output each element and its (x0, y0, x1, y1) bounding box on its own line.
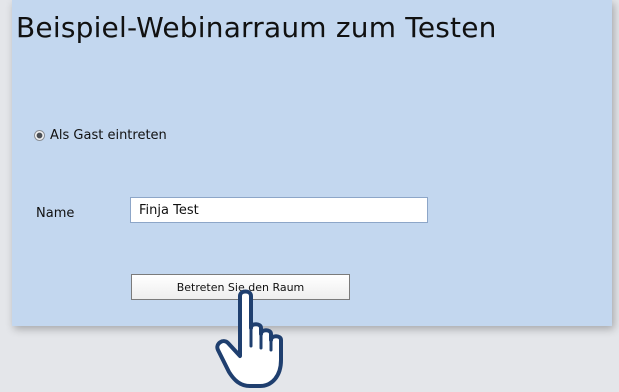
guest-radio-label[interactable]: Als Gast eintreten (50, 128, 167, 143)
room-title: Beispiel-Webinarraum zum Testen (16, 11, 497, 44)
guest-radio-button[interactable] (34, 130, 45, 141)
name-label: Name (36, 206, 75, 221)
guest-entry-option[interactable]: Als Gast eintreten (34, 128, 167, 143)
webinar-room-panel: Beispiel-Webinarraum zum Testen Als Gast… (12, 0, 612, 326)
enter-room-button[interactable]: Betreten Sie den Raum (131, 274, 350, 300)
name-input[interactable] (130, 197, 428, 223)
